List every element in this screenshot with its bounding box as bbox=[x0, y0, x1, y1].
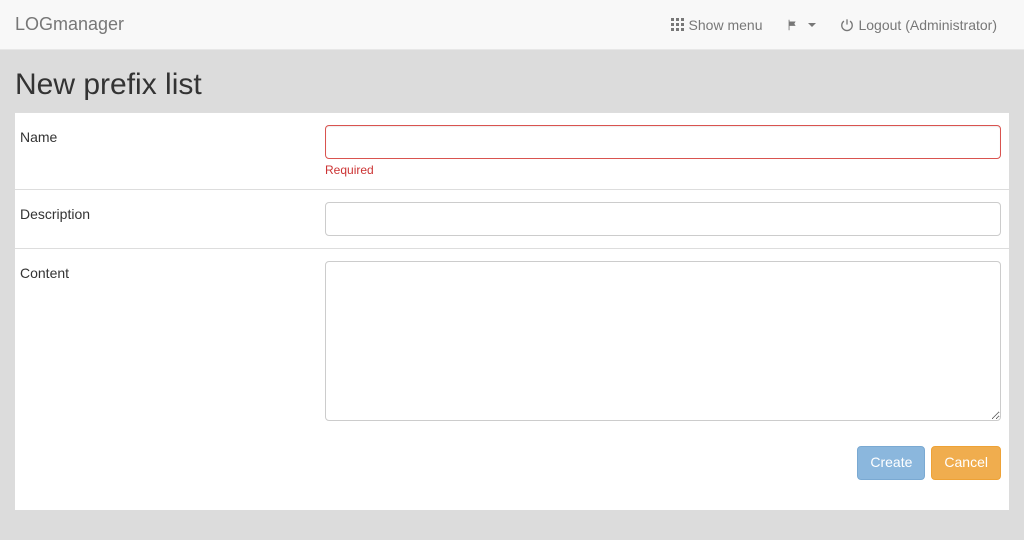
flag-icon bbox=[786, 18, 800, 32]
chevron-down-icon bbox=[808, 23, 816, 27]
description-label: Description bbox=[15, 202, 325, 236]
content: New prefix list Name Required Descriptio… bbox=[0, 50, 1024, 530]
name-label: Name bbox=[15, 125, 325, 177]
grid-icon bbox=[671, 18, 685, 32]
form-row-description: Description bbox=[15, 189, 1009, 248]
show-menu-label: Show menu bbox=[689, 17, 763, 33]
cancel-button[interactable]: Cancel bbox=[931, 446, 1001, 480]
navbar-right: Show menu Logout (Administrator) bbox=[659, 2, 1009, 48]
form-actions: Create Cancel bbox=[15, 436, 1009, 510]
logout-label: Logout (Administrator) bbox=[858, 17, 997, 33]
name-input[interactable] bbox=[325, 125, 1001, 159]
form-row-content: Content bbox=[15, 248, 1009, 436]
form-panel: Name Required Description Content Create… bbox=[15, 112, 1009, 510]
page-title: New prefix list bbox=[15, 68, 1009, 102]
logout-button[interactable]: Logout (Administrator) bbox=[828, 2, 1009, 48]
show-menu-button[interactable]: Show menu bbox=[659, 2, 775, 48]
flag-dropdown[interactable] bbox=[774, 3, 828, 47]
form-row-name: Name Required bbox=[15, 112, 1009, 189]
description-input[interactable] bbox=[325, 202, 1001, 236]
content-label: Content bbox=[15, 261, 325, 424]
name-error: Required bbox=[325, 163, 1001, 177]
app-brand: LOGmanager bbox=[15, 14, 124, 35]
page-header: New prefix list bbox=[0, 50, 1024, 112]
content-textarea[interactable] bbox=[325, 261, 1001, 421]
power-icon bbox=[840, 18, 854, 32]
create-button[interactable]: Create bbox=[857, 446, 925, 480]
navbar: LOGmanager Show menu Logout (Administrat… bbox=[0, 0, 1024, 50]
